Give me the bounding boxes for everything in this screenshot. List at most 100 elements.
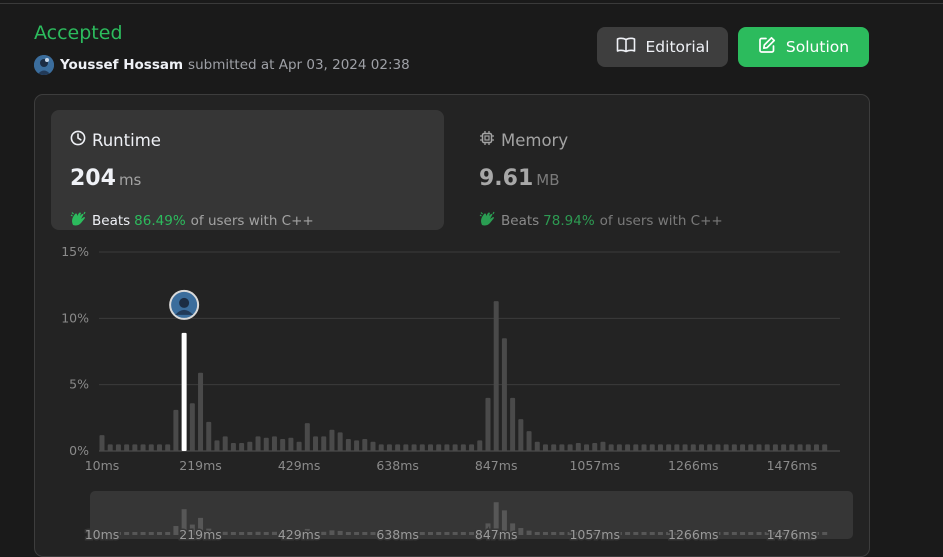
chart-bar[interactable] (748, 444, 754, 451)
chart-bar[interactable] (386, 444, 392, 451)
chart-bar[interactable] (723, 444, 729, 451)
chart-bar[interactable] (271, 436, 277, 451)
chart-bar[interactable] (156, 444, 162, 451)
chart-bar[interactable] (699, 444, 705, 451)
chart-bar[interactable] (247, 441, 253, 451)
chart-bar[interactable] (657, 444, 663, 451)
chart-bar[interactable] (444, 444, 450, 451)
navigator-bar (723, 532, 729, 535)
chart-bar[interactable] (329, 429, 335, 451)
chart-bar[interactable] (715, 444, 721, 451)
chart-bar[interactable] (321, 436, 327, 451)
chart-bar[interactable] (559, 444, 565, 451)
chart-bar[interactable] (772, 444, 778, 451)
runtime-distribution-chart[interactable]: 15%10%5%0%10ms 219ms 429ms 638ms 847ms 1057ms… (35, 95, 869, 556)
chart-bar[interactable] (436, 444, 442, 451)
chart-bar[interactable] (132, 444, 138, 451)
chart-bar[interactable] (493, 301, 499, 451)
chart-bar[interactable] (534, 441, 540, 451)
chart-bar[interactable] (625, 444, 631, 451)
chart-bar[interactable] (584, 444, 590, 451)
chart-bar[interactable] (304, 423, 310, 451)
chart-bar[interactable] (148, 444, 154, 451)
chart-bar[interactable] (198, 372, 204, 451)
chart-bar[interactable] (296, 441, 302, 451)
chart-bar[interactable] (518, 419, 524, 451)
chart-bar[interactable] (526, 431, 532, 451)
chart-bar[interactable] (756, 444, 762, 451)
chart-bar[interactable] (337, 432, 343, 451)
chart-bar[interactable] (165, 444, 171, 451)
chart-bar[interactable] (789, 444, 795, 451)
chart-bar[interactable] (501, 338, 507, 451)
chart-bar[interactable] (222, 436, 228, 451)
chart-bar[interactable] (805, 444, 811, 451)
editorial-button[interactable]: Editorial (597, 27, 728, 67)
chart-bar[interactable] (362, 439, 368, 451)
chart-bar[interactable] (395, 444, 401, 451)
chart-bar[interactable] (460, 444, 466, 451)
chart-bar[interactable] (682, 444, 688, 451)
navigator-bar (534, 532, 540, 535)
chart-bar[interactable] (551, 444, 557, 451)
chart-bar[interactable] (707, 444, 713, 451)
chart-bar[interactable] (633, 444, 639, 451)
chart-bar[interactable] (592, 443, 598, 451)
solution-button[interactable]: Solution (738, 27, 869, 67)
chart-bar[interactable] (214, 440, 220, 451)
chart-bar[interactable] (99, 435, 105, 451)
chart-bar[interactable] (115, 444, 121, 451)
navigator-bar (452, 532, 458, 535)
chart-bar[interactable] (542, 444, 548, 451)
chart-bar[interactable] (567, 444, 573, 451)
highlight-bar[interactable] (181, 332, 187, 451)
chart-bar[interactable] (370, 441, 376, 451)
chart-bar[interactable] (822, 444, 828, 451)
chart-bar[interactable] (107, 444, 113, 451)
chart-bar[interactable] (600, 441, 606, 451)
performance-panel: Runtime 204 ms Beats 86.49% of users with… (34, 94, 870, 557)
chart-bar[interactable] (354, 440, 360, 451)
chart-bar[interactable] (140, 444, 146, 451)
chart-bar[interactable] (239, 443, 245, 451)
chart-bar[interactable] (575, 443, 581, 451)
chart-bar[interactable] (288, 437, 294, 451)
chart-bar[interactable] (690, 444, 696, 451)
chart-bar[interactable] (641, 444, 647, 451)
chart-bar[interactable] (378, 444, 384, 451)
user-avatar[interactable] (34, 55, 54, 75)
chart-bar[interactable] (230, 443, 236, 451)
chart-bar[interactable] (280, 439, 286, 451)
chart-bar[interactable] (813, 444, 819, 451)
chart-bar[interactable] (666, 444, 672, 451)
chart-bar[interactable] (649, 444, 655, 451)
chart-bar[interactable] (674, 444, 680, 451)
username-link[interactable]: Youssef Hossam (60, 57, 183, 73)
chart-bar[interactable] (797, 444, 803, 451)
chart-bar[interactable] (345, 439, 351, 451)
chart-bar[interactable] (616, 444, 622, 451)
chart-bar[interactable] (781, 444, 787, 451)
chart-bar[interactable] (427, 444, 433, 451)
chart-bar[interactable] (403, 444, 409, 451)
chart-bar[interactable] (469, 444, 475, 451)
chart-bar[interactable] (485, 397, 491, 451)
chart-bar[interactable] (124, 444, 130, 451)
chart-bar[interactable] (452, 444, 458, 451)
chart-bar[interactable] (263, 437, 269, 451)
chart-bar[interactable] (764, 444, 770, 451)
chart-bar[interactable] (411, 444, 417, 451)
chart-bar[interactable] (740, 444, 746, 451)
chart-bar[interactable] (419, 444, 425, 451)
chart-bar[interactable] (255, 436, 261, 451)
navigator-bar (247, 532, 253, 535)
chart-bar[interactable] (510, 397, 516, 451)
chart-bar[interactable] (206, 421, 212, 451)
chart-bar[interactable] (189, 403, 195, 451)
chart-bar[interactable] (477, 440, 483, 451)
navigator-bar (239, 532, 245, 535)
chart-bar[interactable] (313, 436, 319, 451)
chart-bar[interactable] (173, 409, 179, 451)
chart-bar[interactable] (608, 444, 614, 451)
chart-bar[interactable] (731, 444, 737, 451)
